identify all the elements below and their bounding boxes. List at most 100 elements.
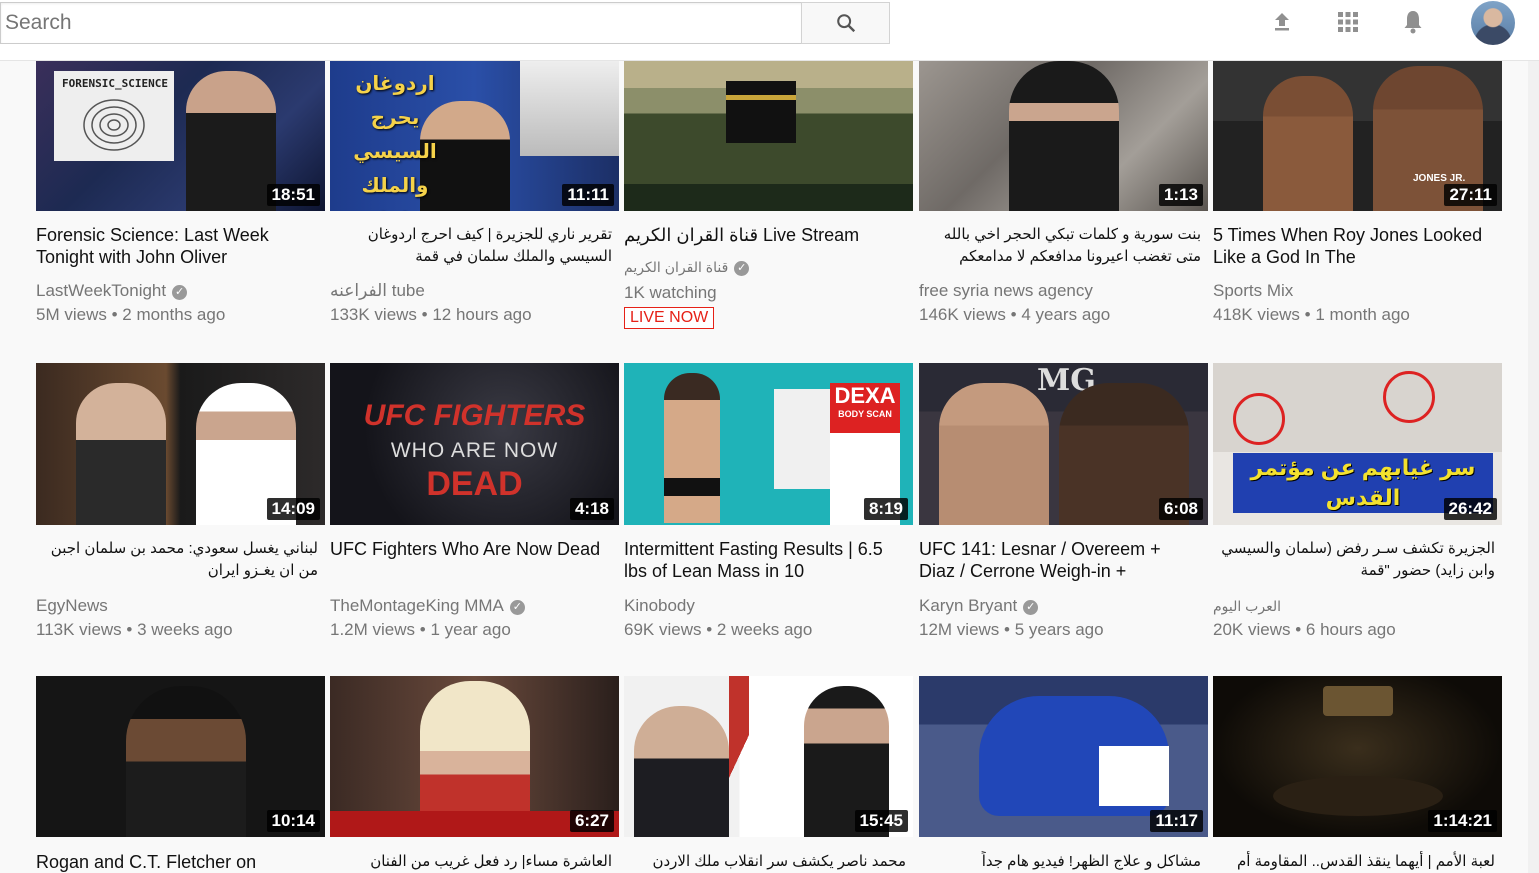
video-thumbnail[interactable]: JONES JR. 27:11 — [1213, 61, 1502, 211]
video-title[interactable]: Rogan and C.T. Fletcher on — [36, 851, 318, 873]
video-meta: 5M views • 2 months ago — [36, 305, 226, 324]
upload-age: 4 years ago — [1021, 305, 1111, 324]
search-box[interactable] — [0, 2, 802, 44]
video-thumbnail[interactable]: DEXA BODY SCAN 8:19 — [624, 363, 913, 525]
video-thumbnail[interactable]: MG 6:08 — [919, 363, 1208, 525]
channel-label[interactable]: Karyn Bryant — [919, 596, 1017, 615]
view-count: 69K views — [624, 620, 702, 639]
view-count: 418K views — [1213, 305, 1300, 324]
thumbnail-text: UFC FIGHTERS — [363, 399, 586, 432]
thumbnail-text: DEXA — [834, 383, 896, 408]
highlight-circle — [1383, 371, 1435, 423]
watching-count: 1K watching — [624, 283, 717, 302]
video-thumbnail[interactable]: UFC FIGHTERS WHO ARE NOW DEAD 4:18 — [330, 363, 619, 525]
view-count: 133K views — [330, 305, 417, 324]
video-title[interactable]: لعبة الأمم | أيهما ينقذ القدس.. المقاومة… — [1213, 851, 1495, 873]
channel-label[interactable]: LastWeekTonight — [36, 281, 166, 300]
channel-name[interactable]: Sports Mix — [1213, 281, 1293, 301]
duration-badge: 18:51 — [266, 184, 320, 206]
notifications-icon[interactable] — [1399, 8, 1427, 36]
upload-age: 3 weeks ago — [137, 620, 233, 639]
thumbnail-person — [186, 71, 276, 211]
view-count: 146K views — [919, 305, 1006, 324]
channel-name[interactable]: free syria news agency — [919, 281, 1093, 301]
upload-age: 1 month ago — [1315, 305, 1410, 324]
duration-badge: 1:13 — [1158, 184, 1203, 206]
video-title[interactable]: محمد ناصر يكشف سر انقلاب ملك الاردن — [624, 851, 906, 873]
duration-badge: 11:17 — [1150, 810, 1203, 832]
channel-name[interactable]: قناة القران الكريم ✓ — [624, 259, 750, 276]
video-thumbnail[interactable] — [624, 61, 913, 211]
search-icon — [836, 14, 855, 33]
thumbnail-text: اردوغان يحرج السيسي والملك سلمان — [353, 73, 437, 211]
video-meta: 69K views • 2 weeks ago — [624, 620, 813, 639]
video-title[interactable]: UFC Fighters Who Are Now Dead — [330, 538, 612, 560]
thumbnail-fighter-left — [939, 383, 1049, 525]
video-thumbnail[interactable]: سر غيابهم عن مؤتمر القدس 26:42 — [1213, 363, 1502, 525]
channel-name[interactable]: العرب اليوم — [1213, 598, 1281, 615]
thumbnail-table — [1099, 746, 1169, 806]
video-grid: FORENSIC_SCIENCE 18:51 Forensic Science:… — [0, 61, 1520, 873]
duration-badge: 15:45 — [854, 810, 908, 832]
apps-icon[interactable] — [1334, 8, 1362, 36]
channel-name[interactable]: EgyNews — [36, 596, 108, 616]
channel-name[interactable]: LastWeekTonight ✓ — [36, 281, 188, 301]
upload-icon[interactable] — [1268, 8, 1296, 36]
video-title[interactable]: العاشرة مساء| رد فعل غريب من الفنان — [330, 851, 612, 873]
video-title[interactable]: بنت سورية و كلمات تبكي الحجر اخي بالله م… — [919, 224, 1201, 268]
duration-badge: 6:08 — [1158, 498, 1203, 520]
duration-badge: 26:42 — [1443, 498, 1497, 520]
kaaba-graphic — [726, 81, 796, 143]
thumbnail-person — [76, 383, 166, 525]
video-thumbnail[interactable]: 14:09 — [36, 363, 325, 525]
video-thumbnail[interactable]: 1:14:21 — [1213, 676, 1502, 837]
video-thumbnail[interactable]: 11:17 — [919, 676, 1208, 837]
scrollbar[interactable] — [1528, 61, 1539, 873]
video-title[interactable]: لبناني يغسل سعودي: محمد بن سلمان اجبن من… — [36, 538, 318, 582]
thumbnail-text: BODY SCAN — [838, 409, 892, 419]
view-count: 5M views — [36, 305, 107, 324]
thumbnail-text: FORENSIC_SCIENCE — [62, 77, 168, 90]
upload-age: 2 months ago — [122, 305, 226, 324]
search-button[interactable] — [801, 2, 890, 44]
verified-icon: ✓ — [734, 261, 750, 276]
verified-icon: ✓ — [172, 285, 188, 300]
channel-name[interactable]: الفراعنه tube — [330, 281, 425, 301]
video-thumbnail[interactable]: اردوغان يحرج السيسي والملك سلمان 11:11 — [330, 61, 619, 211]
thumbnail-door — [774, 389, 834, 489]
channel-name[interactable]: Karyn Bryant ✓ — [919, 596, 1039, 616]
video-title[interactable]: مشاكل و علاج الظهر! فيديو هام جداً — [919, 851, 1201, 873]
video-meta: 418K views • 1 month ago — [1213, 305, 1410, 324]
duration-badge: 11:11 — [562, 184, 614, 206]
thumbnail-text: JONES JR. — [1413, 173, 1466, 184]
video-title[interactable]: UFC 141: Lesnar / Overeem + Diaz / Cerro… — [919, 538, 1201, 582]
upload-age: 1 year ago — [430, 620, 511, 639]
video-title[interactable]: قناة القران الكريم Live Stream — [624, 224, 906, 246]
video-title[interactable]: الجزيرة تكشف سـر رفض (سلمان والسيسي وابن… — [1213, 538, 1495, 582]
thumbnail-person — [126, 686, 246, 837]
avatar[interactable] — [1471, 1, 1515, 45]
channel-name[interactable]: TheMontageKing MMA ✓ — [330, 596, 525, 616]
video-meta: 1.2M views • 1 year ago — [330, 620, 511, 639]
kaaba-band — [726, 95, 796, 100]
video-meta: 146K views • 4 years ago — [919, 305, 1111, 324]
thumbnail-boxer-left — [1263, 76, 1353, 211]
channel-label[interactable]: TheMontageKing MMA — [330, 596, 504, 615]
search-input[interactable] — [5, 9, 785, 37]
studio-logo — [1323, 686, 1393, 716]
video-thumbnail[interactable]: 15:45 — [624, 676, 913, 837]
channel-name[interactable]: Kinobody — [624, 596, 695, 616]
duration-badge: 10:14 — [266, 810, 320, 832]
video-thumbnail[interactable]: 1:13 — [919, 61, 1208, 211]
video-meta: 113K views • 3 weeks ago — [36, 620, 233, 639]
video-thumbnail[interactable]: FORENSIC_SCIENCE 18:51 — [36, 61, 325, 211]
duration-badge: 1:14:21 — [1428, 810, 1497, 832]
video-title[interactable]: Intermittent Fasting Results | 6.5 lbs o… — [624, 538, 906, 582]
video-title[interactable]: تقرير ناري للجزيرة | كيف احرج اردوغان ال… — [330, 224, 612, 268]
video-meta: 133K views • 12 hours ago — [330, 305, 532, 324]
video-title[interactable]: 5 Times When Roy Jones Looked Like a God… — [1213, 224, 1495, 268]
video-thumbnail[interactable]: 6:27 — [330, 676, 619, 837]
channel-label[interactable]: قناة القران الكريم — [624, 259, 728, 275]
video-title[interactable]: Forensic Science: Last Week Tonight with… — [36, 224, 318, 268]
video-thumbnail[interactable]: 10:14 — [36, 676, 325, 837]
